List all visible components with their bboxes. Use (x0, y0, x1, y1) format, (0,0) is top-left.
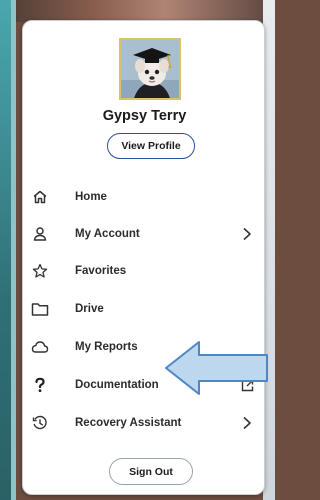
menu-item-favorites[interactable]: Favorites (23, 256, 266, 286)
menu-item-label: Recovery Assistant (75, 417, 182, 429)
avatar-dog-image (121, 40, 179, 98)
folder-icon (31, 300, 49, 318)
question-icon (31, 376, 49, 394)
menu-item-label: My Account (75, 228, 140, 240)
background-left (0, 0, 16, 500)
menu-item-label: Favorites (75, 265, 127, 277)
chevron-right-icon (240, 416, 254, 430)
cloud-icon (31, 338, 49, 356)
home-icon (31, 188, 49, 206)
menu-item-home[interactable]: Home (23, 182, 266, 212)
menu-item-drive[interactable]: Drive (23, 294, 266, 324)
callout-arrow-icon (163, 339, 271, 397)
profile-name: Gypsy Terry (102, 108, 187, 124)
menu-item-label: Home (75, 191, 107, 203)
person-icon (31, 225, 49, 243)
avatar[interactable] (119, 38, 181, 100)
chevron-right-icon (240, 227, 254, 241)
background-top (0, 0, 275, 22)
menu-item-my-account[interactable]: My Account (23, 219, 266, 249)
sign-out-button[interactable]: Sign Out (109, 458, 193, 485)
view-profile-button[interactable]: View Profile (107, 133, 195, 159)
menu-item-label: Documentation (75, 379, 159, 391)
menu-item-label: My Reports (75, 341, 138, 353)
menu-item-recovery-assistant[interactable]: Recovery Assistant (23, 408, 266, 438)
star-icon (31, 262, 49, 280)
menu-item-label: Drive (75, 303, 104, 315)
profile-menu-panel: Gypsy Terry View Profile Home My Account (22, 20, 268, 495)
history-icon (31, 414, 49, 432)
